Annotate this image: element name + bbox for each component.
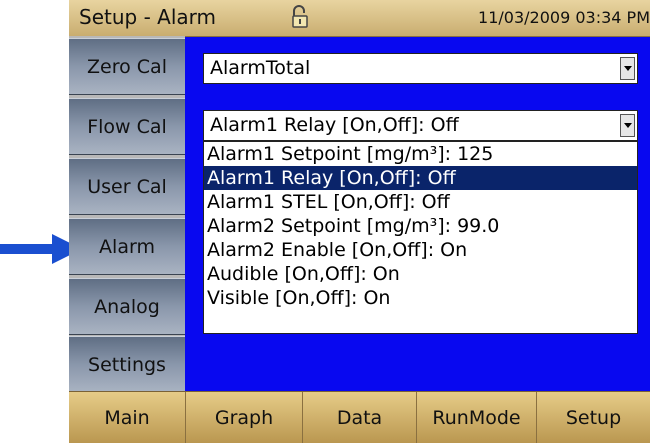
- chevron-down-icon[interactable]: [620, 114, 635, 137]
- nav-runmode-button[interactable]: RunMode: [417, 392, 537, 443]
- sidebar-item-flow-cal[interactable]: Flow Cal: [69, 98, 185, 155]
- nav-setup-button[interactable]: Setup: [537, 392, 650, 443]
- datetime-display: 11/03/2009 03:34 PM: [478, 8, 650, 27]
- list-item-alarm2-setpoint[interactable]: Alarm2 Setpoint [mg/m³]: 99.0: [204, 214, 637, 238]
- unlocked-padlock-icon[interactable]: [290, 5, 310, 29]
- setting-select-value: Alarm1 Relay [On,Off]: Off: [210, 114, 459, 136]
- list-item-alarm1-stel[interactable]: Alarm1 STEL [On,Off]: Off: [204, 190, 637, 214]
- nav-data-button[interactable]: Data: [303, 392, 417, 443]
- bottom-nav: Main Graph Data RunMode Setup: [69, 391, 650, 443]
- sidebar: Zero Cal Flow Cal User Cal Alarm Analog …: [69, 36, 185, 393]
- page-title: Setup - Alarm: [79, 5, 216, 29]
- sidebar-item-zero-cal[interactable]: Zero Cal: [69, 38, 185, 95]
- sidebar-item-settings[interactable]: Settings: [69, 336, 185, 393]
- list-item-audible[interactable]: Audible [On,Off]: On: [204, 262, 637, 286]
- list-item-alarm1-relay[interactable]: Alarm1 Relay [On,Off]: Off: [204, 166, 637, 190]
- list-item-alarm2-enable[interactable]: Alarm2 Enable [On,Off]: On: [204, 238, 637, 262]
- setting-dropdown-list: Alarm1 Setpoint [mg/m³]: 125 Alarm1 Rela…: [203, 141, 638, 334]
- alarm-select[interactable]: AlarmTotal: [203, 53, 638, 84]
- chevron-down-icon[interactable]: [620, 57, 635, 80]
- nav-graph-button[interactable]: Graph: [186, 392, 303, 443]
- app-window: Setup - Alarm 11/03/2009 03:34 PM Zero C…: [69, 0, 650, 443]
- sidebar-item-analog[interactable]: Analog: [69, 278, 185, 335]
- nav-main-button[interactable]: Main: [69, 392, 186, 443]
- sidebar-item-user-cal[interactable]: User Cal: [69, 158, 185, 215]
- setting-select[interactable]: Alarm1 Relay [On,Off]: Off: [203, 110, 638, 141]
- sidebar-item-alarm[interactable]: Alarm: [69, 218, 185, 275]
- list-item-alarm1-setpoint[interactable]: Alarm1 Setpoint [mg/m³]: 125: [204, 142, 637, 166]
- title-bar: Setup - Alarm 11/03/2009 03:34 PM: [69, 0, 650, 37]
- list-item-visible[interactable]: Visible [On,Off]: On: [204, 286, 637, 310]
- alarm-select-value: AlarmTotal: [210, 57, 311, 79]
